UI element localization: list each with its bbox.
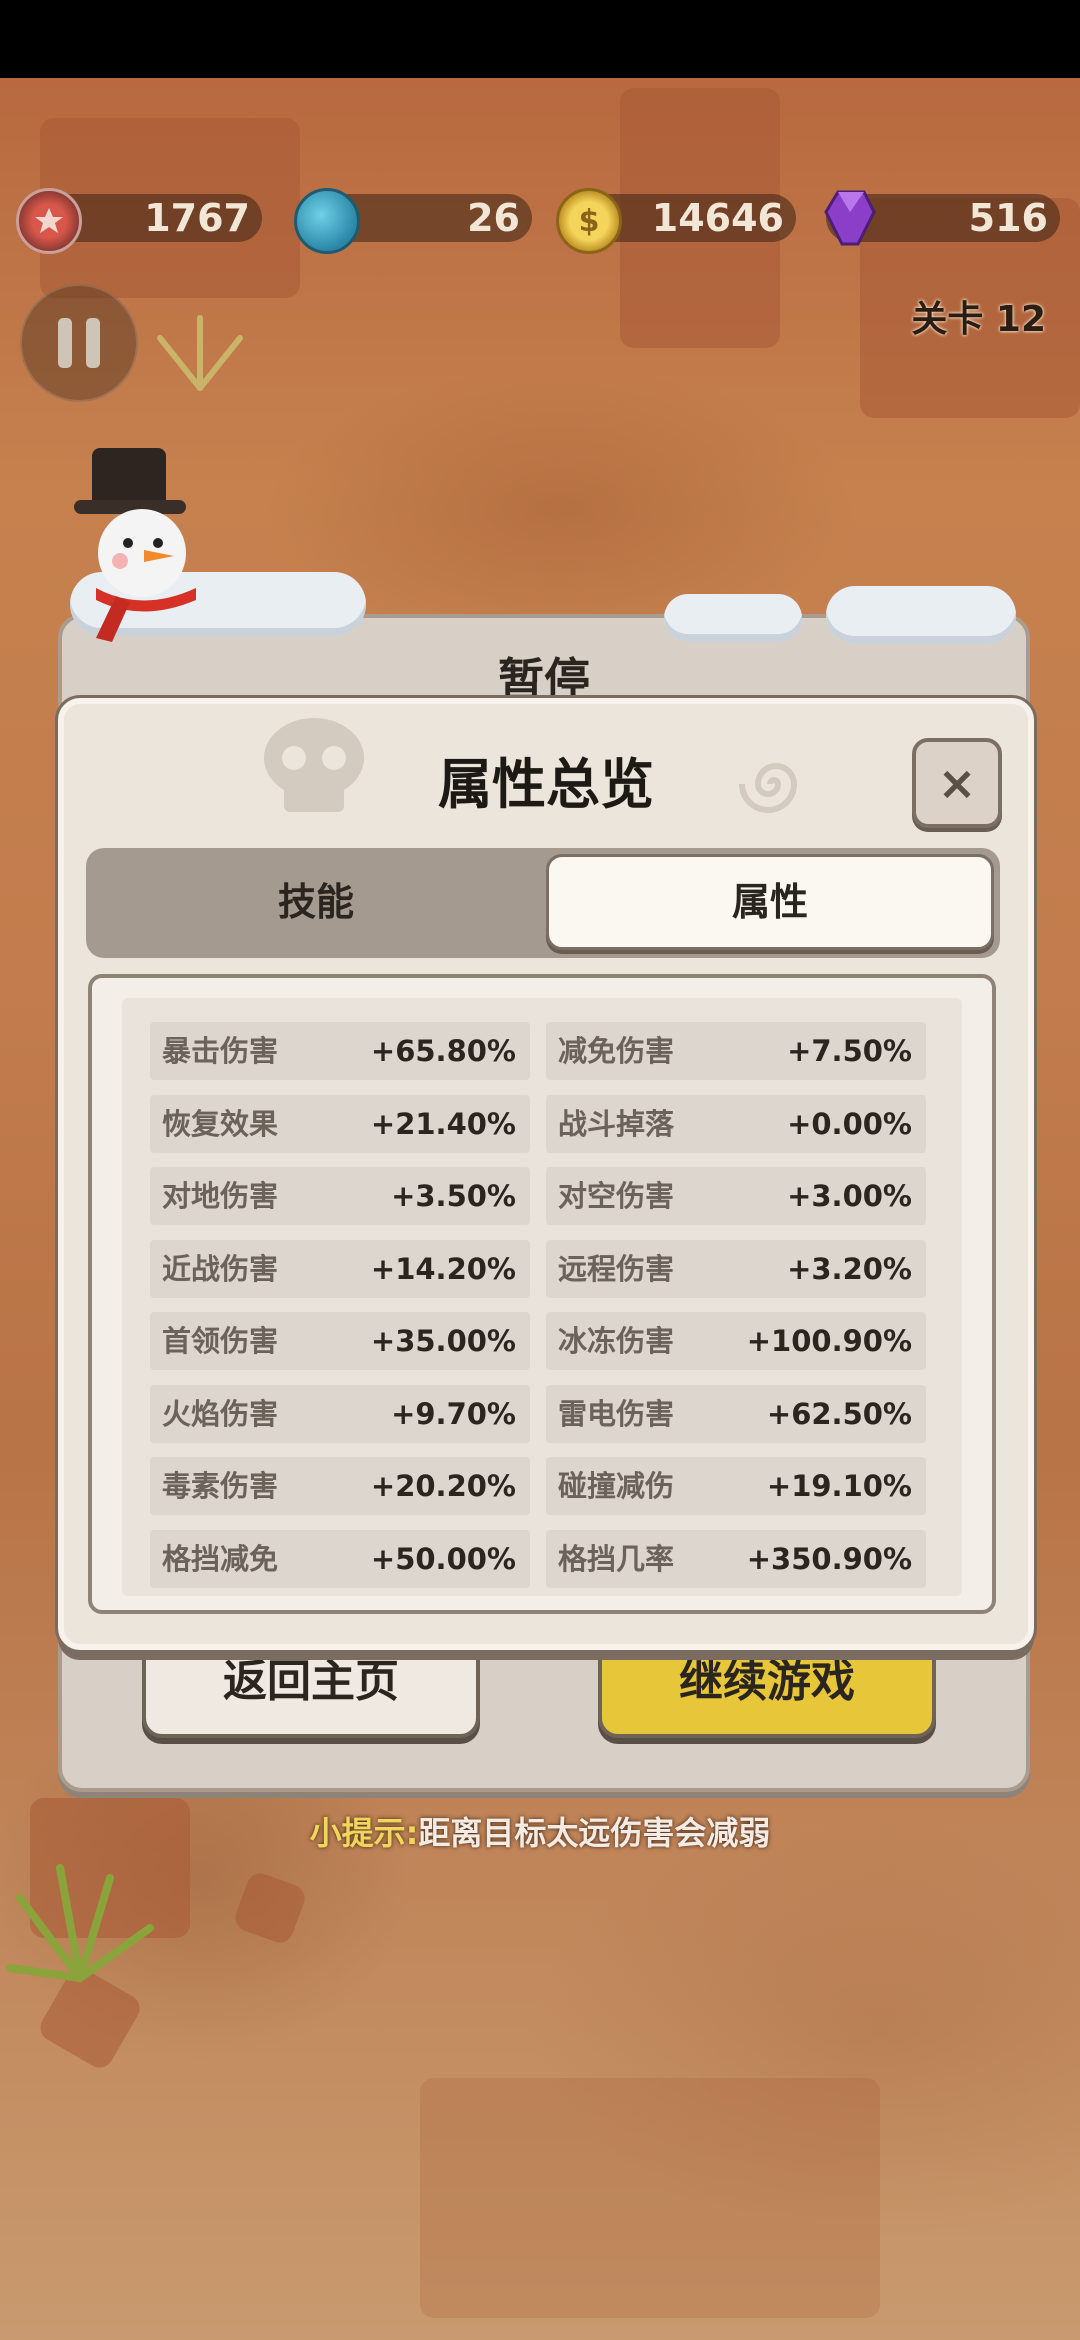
stat-name: 首领伤害 xyxy=(162,1324,279,1358)
snow-decoration xyxy=(664,594,802,642)
stat-row: 雷电伤害 +62.50% xyxy=(546,1384,926,1443)
stat-value: +21.40% xyxy=(370,1106,516,1141)
stat-row: 冰冻伤害 +100.90% xyxy=(546,1312,926,1370)
stat-row: 格挡减免 +50.00% xyxy=(150,1529,530,1588)
tab-bar: 技能 属性 xyxy=(86,848,1000,958)
stat-row: 对空伤害 +3.00% xyxy=(546,1167,926,1225)
stat-name: 对空伤害 xyxy=(558,1179,675,1213)
gem-icon xyxy=(820,188,880,248)
stat-name: 减免伤害 xyxy=(558,1034,675,1068)
stat-row: 远程伤害 +3.20% xyxy=(546,1239,926,1298)
attribute-overview-dialog: 属性总览 × 技能 属性 暴击伤害 +65.80% 减免伤害 +7.50% 恢复效果 +2… xyxy=(58,698,1034,1650)
stat-value: +50.00% xyxy=(370,1541,516,1576)
hint-body: 距离目标太远伤害会减弱 xyxy=(418,1814,771,1852)
stat-value: +3.50% xyxy=(391,1179,516,1213)
stat-row: 恢复效果 +21.40% xyxy=(150,1094,530,1153)
stat-name: 恢复效果 xyxy=(162,1106,279,1141)
stat-name: 对地伤害 xyxy=(162,1179,279,1213)
stat-row: 首领伤害 +35.00% xyxy=(150,1312,530,1370)
hint-prefix: 小提示: xyxy=(309,1814,419,1852)
stat-name: 格挡减免 xyxy=(162,1541,279,1576)
medal-icon xyxy=(16,188,82,254)
stat-value: +35.00% xyxy=(370,1324,516,1358)
stat-value: +62.50% xyxy=(766,1396,912,1431)
stat-name: 火焰伤害 xyxy=(162,1396,279,1431)
pause-bar xyxy=(58,318,72,368)
snowman-icon xyxy=(74,448,196,642)
coin-icon: $ xyxy=(556,188,622,254)
stat-row: 毒素伤害 +20.20% xyxy=(150,1457,530,1515)
stat-row: 碰撞减伤 +19.10% xyxy=(546,1457,926,1515)
stat-name: 远程伤害 xyxy=(558,1251,675,1286)
stat-value: +350.90% xyxy=(746,1541,912,1576)
hint-text: 小提示:距离目标太远伤害会减弱 xyxy=(0,1808,1080,1854)
rock-decoration xyxy=(420,2078,880,2318)
stat-value: +0.00% xyxy=(787,1106,912,1141)
stat-value: +3.20% xyxy=(787,1251,912,1286)
close-button[interactable]: × xyxy=(912,738,1002,828)
rock-decoration xyxy=(231,1869,309,1947)
stat-value: +65.80% xyxy=(370,1034,516,1068)
stat-value: +14.20% xyxy=(370,1251,516,1286)
stat-row: 近战伤害 +14.20% xyxy=(150,1239,530,1298)
stat-name: 碰撞减伤 xyxy=(558,1469,675,1503)
stat-row: 暴击伤害 +65.80% xyxy=(150,1022,530,1080)
globe-icon xyxy=(294,188,360,254)
stats-list[interactable]: 暴击伤害 +65.80% 减免伤害 +7.50% 恢复效果 +21.40% 战斗掉落 +0.0… xyxy=(122,998,962,1596)
close-icon: × xyxy=(937,756,977,810)
stat-value: +3.00% xyxy=(787,1179,912,1213)
stat-name: 格挡几率 xyxy=(558,1541,675,1576)
pause-button[interactable] xyxy=(20,284,138,402)
level-label: 关卡 12 xyxy=(911,299,1046,340)
stat-name: 暴击伤害 xyxy=(162,1034,279,1068)
stat-name: 近战伤害 xyxy=(162,1251,279,1286)
stat-name: 雷电伤害 xyxy=(558,1396,675,1431)
stat-name: 战斗掉落 xyxy=(558,1106,675,1141)
stat-row: 格挡几率 +350.90% xyxy=(546,1529,926,1588)
stat-row: 战斗掉落 +0.00% xyxy=(546,1094,926,1153)
tab-skills[interactable]: 技能 xyxy=(92,854,540,950)
snow-decoration xyxy=(826,586,1016,644)
stat-name: 毒素伤害 xyxy=(162,1469,279,1503)
plant-icon xyxy=(157,315,243,391)
star-icon xyxy=(35,208,63,233)
stat-value: +9.70% xyxy=(391,1396,516,1431)
pause-bar xyxy=(86,318,100,368)
stat-row: 火焰伤害 +9.70% xyxy=(150,1384,530,1443)
stat-value: +7.50% xyxy=(787,1034,912,1068)
stat-row: 减免伤害 +7.50% xyxy=(546,1022,926,1080)
dialog-title: 属性总览 xyxy=(438,753,654,816)
stat-row: 对地伤害 +3.50% xyxy=(150,1167,530,1225)
tab-attributes[interactable]: 属性 xyxy=(546,854,994,950)
stats-panel: 暴击伤害 +65.80% 减免伤害 +7.50% 恢复效果 +21.40% 战斗掉落 +0.0… xyxy=(88,974,996,1614)
stat-name: 冰冻伤害 xyxy=(558,1324,675,1358)
stat-value: +100.90% xyxy=(746,1324,912,1358)
stat-value: +19.10% xyxy=(766,1469,912,1503)
stat-value: +20.20% xyxy=(370,1469,516,1503)
